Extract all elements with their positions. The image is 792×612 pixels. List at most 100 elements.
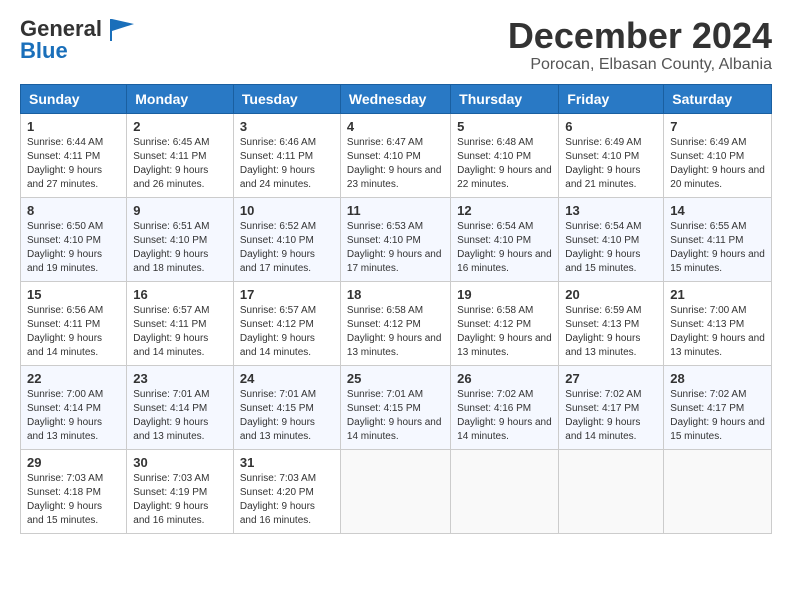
- cell-info: Sunrise: 7:02 AMSunset: 4:16 PMDaylight:…: [457, 389, 552, 442]
- cell-info: Sunrise: 7:02 AMSunset: 4:17 PMDaylight:…: [670, 389, 765, 442]
- cell-info: Sunrise: 7:02 AMSunset: 4:17 PMDaylight:…: [565, 389, 641, 442]
- calendar-cell: 13 Sunrise: 6:54 AMSunset: 4:10 PMDayligh…: [559, 197, 664, 281]
- day-number: 15: [27, 287, 120, 302]
- calendar-cell: 5 Sunrise: 6:48 AMSunset: 4:10 PMDaylight…: [451, 113, 559, 197]
- day-number: 31: [240, 455, 334, 470]
- day-number: 12: [457, 203, 552, 218]
- calendar-cell: 14Sunrise: 6:55 AMSunset: 4:11 PMDayligh…: [664, 197, 772, 281]
- day-number: 21: [670, 287, 765, 302]
- calendar-cell: 1Sunrise: 6:44 AMSunset: 4:11 PMDaylight…: [21, 113, 127, 197]
- logo: General Blue: [20, 16, 136, 64]
- cell-info: Sunrise: 6:52 AMSunset: 4:10 PMDaylight:…: [240, 221, 316, 274]
- calendar-cell: 8 Sunrise: 6:50 AMSunset: 4:10 PMDaylight…: [21, 197, 127, 281]
- calendar-cell: [340, 449, 450, 533]
- cell-info: Sunrise: 7:00 AMSunset: 4:13 PMDaylight:…: [670, 305, 765, 358]
- calendar-cell: 28 Sunrise: 7:02 AMSunset: 4:17 PMDayligh…: [664, 365, 772, 449]
- cell-info: Sunrise: 6:49 AMSunset: 4:10 PMDaylight:…: [565, 137, 641, 190]
- title-area: December 2024 Porocan, Elbasan County, A…: [508, 16, 772, 74]
- logo-blue: [106, 16, 136, 42]
- page-header: General Blue December 2024 Porocan, Elba…: [20, 16, 772, 74]
- cell-info: Sunrise: 7:00 AMSunset: 4:14 PMDaylight:…: [27, 389, 103, 442]
- day-number: 20: [565, 287, 657, 302]
- weekday-header-tuesday: Tuesday: [233, 84, 340, 113]
- cell-info: Sunrise: 6:49 AMSunset: 4:10 PMDaylight:…: [670, 137, 765, 190]
- day-number: 7: [670, 119, 765, 134]
- calendar-cell: 26 Sunrise: 7:02 AMSunset: 4:16 PMDayligh…: [451, 365, 559, 449]
- calendar-cell: 6Sunrise: 6:49 AMSunset: 4:10 PMDaylight…: [559, 113, 664, 197]
- calendar-cell: 11Sunrise: 6:53 AMSunset: 4:10 PMDayligh…: [340, 197, 450, 281]
- cell-info: Sunrise: 6:54 AMSunset: 4:10 PMDaylight:…: [565, 221, 641, 274]
- cell-info: Sunrise: 7:01 AMSunset: 4:15 PMDaylight:…: [240, 389, 316, 442]
- calendar-cell: 15Sunrise: 6:56 AMSunset: 4:11 PMDayligh…: [21, 281, 127, 365]
- day-number: 27: [565, 371, 657, 386]
- calendar-cell: 29Sunrise: 7:03 AMSunset: 4:18 PMDayligh…: [21, 449, 127, 533]
- weekday-header-monday: Monday: [127, 84, 234, 113]
- calendar-week-2: 8 Sunrise: 6:50 AMSunset: 4:10 PMDaylight…: [21, 197, 772, 281]
- calendar-cell: 12 Sunrise: 6:54 AMSunset: 4:10 PMDayligh…: [451, 197, 559, 281]
- weekday-header-saturday: Saturday: [664, 84, 772, 113]
- calendar-cell: 18 Sunrise: 6:58 AMSunset: 4:12 PMDayligh…: [340, 281, 450, 365]
- day-number: 23: [133, 371, 227, 386]
- calendar-cell: 24Sunrise: 7:01 AMSunset: 4:15 PMDayligh…: [233, 365, 340, 449]
- day-number: 8: [27, 203, 120, 218]
- calendar-cell: 21 Sunrise: 7:00 AMSunset: 4:13 PMDayligh…: [664, 281, 772, 365]
- calendar-cell: 16 Sunrise: 6:57 AMSunset: 4:11 PMDayligh…: [127, 281, 234, 365]
- cell-info: Sunrise: 6:48 AMSunset: 4:10 PMDaylight:…: [457, 137, 552, 190]
- day-number: 17: [240, 287, 334, 302]
- day-number: 4: [347, 119, 444, 134]
- weekday-header-sunday: Sunday: [21, 84, 127, 113]
- cell-info: Sunrise: 6:44 AMSunset: 4:11 PMDaylight:…: [27, 137, 103, 190]
- location-title: Porocan, Elbasan County, Albania: [508, 56, 772, 74]
- day-number: 3: [240, 119, 334, 134]
- weekday-header-wednesday: Wednesday: [340, 84, 450, 113]
- day-number: 11: [347, 203, 444, 218]
- cell-info: Sunrise: 6:54 AMSunset: 4:10 PMDaylight:…: [457, 221, 552, 274]
- day-number: 5: [457, 119, 552, 134]
- calendar-cell: 3 Sunrise: 6:46 AMSunset: 4:11 PMDaylight…: [233, 113, 340, 197]
- calendar-cell: 7 Sunrise: 6:49 AMSunset: 4:10 PMDaylight…: [664, 113, 772, 197]
- calendar-cell: [451, 449, 559, 533]
- cell-info: Sunrise: 6:58 AMSunset: 4:12 PMDaylight:…: [347, 305, 442, 358]
- cell-info: Sunrise: 6:46 AMSunset: 4:11 PMDaylight:…: [240, 137, 316, 190]
- calendar-cell: 25Sunrise: 7:01 AMSunset: 4:15 PMDayligh…: [340, 365, 450, 449]
- calendar-table: SundayMondayTuesdayWednesdayThursdayFrid…: [20, 84, 772, 534]
- day-number: 28: [670, 371, 765, 386]
- calendar-cell: 20 Sunrise: 6:59 AMSunset: 4:13 PMDayligh…: [559, 281, 664, 365]
- calendar-cell: [664, 449, 772, 533]
- calendar-week-4: 22 Sunrise: 7:00 AMSunset: 4:14 PMDayligh…: [21, 365, 772, 449]
- calendar-header-row: SundayMondayTuesdayWednesdayThursdayFrid…: [21, 84, 772, 113]
- day-number: 26: [457, 371, 552, 386]
- day-number: 13: [565, 203, 657, 218]
- day-number: 2: [133, 119, 227, 134]
- cell-info: Sunrise: 7:01 AMSunset: 4:14 PMDaylight:…: [133, 389, 209, 442]
- cell-info: Sunrise: 7:03 AMSunset: 4:19 PMDaylight:…: [133, 473, 209, 526]
- cell-info: Sunrise: 6:57 AMSunset: 4:11 PMDaylight:…: [133, 305, 209, 358]
- cell-info: Sunrise: 6:47 AMSunset: 4:10 PMDaylight:…: [347, 137, 442, 190]
- day-number: 16: [133, 287, 227, 302]
- calendar-cell: 23 Sunrise: 7:01 AMSunset: 4:14 PMDayligh…: [127, 365, 234, 449]
- day-number: 9: [133, 203, 227, 218]
- calendar-cell: [559, 449, 664, 533]
- calendar-cell: 31 Sunrise: 7:03 AMSunset: 4:20 PMDayligh…: [233, 449, 340, 533]
- cell-info: Sunrise: 6:45 AMSunset: 4:11 PMDaylight:…: [133, 137, 209, 190]
- weekday-header-thursday: Thursday: [451, 84, 559, 113]
- cell-info: Sunrise: 6:51 AMSunset: 4:10 PMDaylight:…: [133, 221, 209, 274]
- cell-info: Sunrise: 6:59 AMSunset: 4:13 PMDaylight:…: [565, 305, 641, 358]
- day-number: 22: [27, 371, 120, 386]
- cell-info: Sunrise: 7:01 AMSunset: 4:15 PMDaylight:…: [347, 389, 442, 442]
- day-number: 19: [457, 287, 552, 302]
- calendar-week-5: 29Sunrise: 7:03 AMSunset: 4:18 PMDayligh…: [21, 449, 772, 533]
- calendar-cell: 19Sunrise: 6:58 AMSunset: 4:12 PMDayligh…: [451, 281, 559, 365]
- cell-info: Sunrise: 7:03 AMSunset: 4:20 PMDaylight:…: [240, 473, 316, 526]
- calendar-cell: 27 Sunrise: 7:02 AMSunset: 4:17 PMDayligh…: [559, 365, 664, 449]
- calendar-cell: 2 Sunrise: 6:45 AMSunset: 4:11 PMDaylight…: [127, 113, 234, 197]
- day-number: 18: [347, 287, 444, 302]
- calendar-week-3: 15Sunrise: 6:56 AMSunset: 4:11 PMDayligh…: [21, 281, 772, 365]
- month-title: December 2024: [508, 16, 772, 56]
- day-number: 30: [133, 455, 227, 470]
- calendar-cell: 4 Sunrise: 6:47 AMSunset: 4:10 PMDaylight…: [340, 113, 450, 197]
- calendar-cell: 10Sunrise: 6:52 AMSunset: 4:10 PMDayligh…: [233, 197, 340, 281]
- cell-info: Sunrise: 6:55 AMSunset: 4:11 PMDaylight:…: [670, 221, 765, 274]
- weekday-header-friday: Friday: [559, 84, 664, 113]
- cell-info: Sunrise: 6:50 AMSunset: 4:10 PMDaylight:…: [27, 221, 103, 274]
